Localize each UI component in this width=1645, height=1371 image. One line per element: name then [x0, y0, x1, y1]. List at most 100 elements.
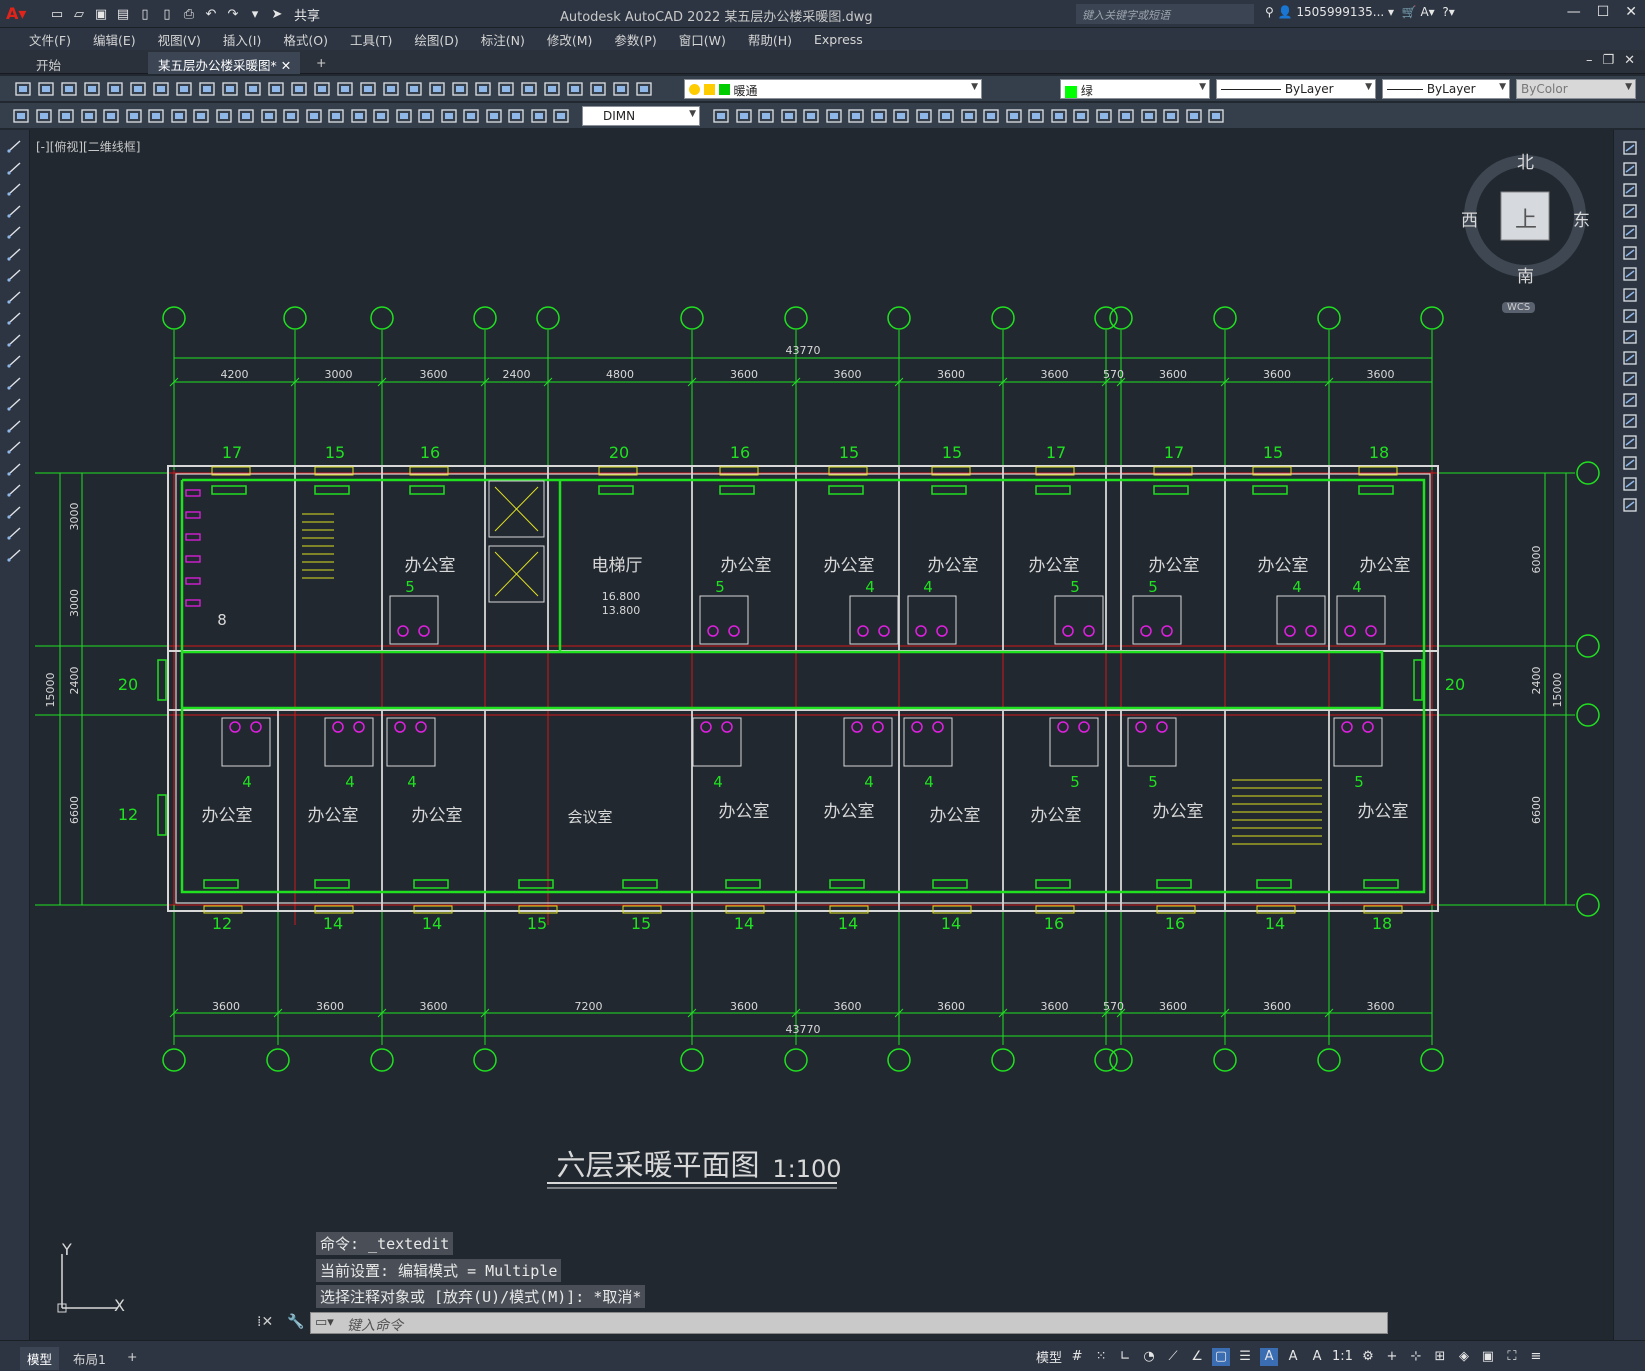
standard-tool-icon-23[interactable] [520, 80, 538, 98]
draw-tool-icon-11[interactable] [7, 353, 23, 369]
doc-restore-icon[interactable]: ❐ [1602, 53, 1614, 68]
standard-tool-icon-28[interactable] [635, 80, 653, 98]
modify-tool-icon-16[interactable] [1622, 455, 1638, 471]
ortho-icon[interactable]: ∟ [1116, 1348, 1134, 1366]
modify-tool-icon-10[interactable] [1622, 329, 1638, 345]
menu-insert[interactable]: 插入(I) [212, 30, 272, 49]
modify-tool-icon-17[interactable] [1622, 476, 1638, 492]
drawing-canvas[interactable] [30, 130, 1613, 1340]
dimension-tool-icon-37[interactable] [960, 107, 978, 125]
dimension-tool-icon-48[interactable] [1207, 107, 1225, 125]
dimension-tool-icon-46[interactable] [1162, 107, 1180, 125]
draw-tool-icon-14[interactable] [7, 418, 23, 434]
standard-tool-icon-20[interactable] [451, 80, 469, 98]
maximize-icon[interactable]: ☐ [1597, 4, 1610, 20]
modify-tool-icon-8[interactable] [1622, 287, 1638, 303]
standard-tool-icon-27[interactable] [612, 80, 630, 98]
dimension-tool-icon-45[interactable] [1140, 107, 1158, 125]
dimension-tool-icon-27[interactable] [735, 107, 753, 125]
draw-tool-icon-9[interactable] [7, 310, 23, 326]
viewcube-south[interactable]: 南 [1517, 262, 1534, 287]
layer-dropdown[interactable]: 暖通 ▼ [684, 79, 982, 99]
menu-file[interactable]: 文件(F) [18, 30, 82, 49]
osnap-icon[interactable]: ▢ [1212, 1347, 1231, 1366]
draw-tool-icon-19[interactable] [7, 525, 23, 541]
dimstyle-dropdown[interactable]: DIMN ▼ [582, 106, 700, 126]
dimension-tool-icon-26[interactable] [712, 107, 730, 125]
quick-properties-icon[interactable]: ⊞ [1431, 1348, 1449, 1366]
linetype-dropdown[interactable]: ByLayer ▼ [1216, 79, 1376, 99]
dimension-tool-icon-10[interactable] [215, 107, 233, 125]
modify-tool-icon-7[interactable] [1622, 266, 1638, 282]
hardware-accel-icon[interactable]: ▣ [1479, 1348, 1497, 1366]
help-icon[interactable]: ? [1442, 5, 1448, 19]
dimension-tool-icon-8[interactable] [170, 107, 188, 125]
save-as-icon[interactable]: ▤ [114, 5, 132, 23]
draw-tool-icon-4[interactable] [7, 203, 23, 219]
draw-tool-icon-6[interactable] [7, 246, 23, 262]
standard-tool-icon-13[interactable] [290, 80, 308, 98]
redo-icon[interactable]: ↷ [224, 5, 242, 23]
tab-start[interactable]: 开始 [26, 52, 146, 74]
dimension-tool-icon-18[interactable] [395, 107, 413, 125]
menu-help[interactable]: 帮助(H) [737, 30, 803, 49]
dimension-tool-icon-3[interactable] [57, 107, 75, 125]
draw-tool-icon-13[interactable] [7, 396, 23, 412]
units-icon[interactable]: ⊹ [1407, 1348, 1425, 1366]
workspace-gear-icon[interactable]: ⚙ [1359, 1348, 1377, 1366]
draw-tool-icon-3[interactable] [7, 181, 23, 197]
lineweight-icon[interactable]: ☰ [1236, 1348, 1254, 1366]
standard-tool-icon-6[interactable] [129, 80, 147, 98]
dimension-tool-icon-40[interactable] [1027, 107, 1045, 125]
plotstyle-dropdown[interactable]: ByColor ▼ [1516, 79, 1636, 99]
dimension-tool-icon-32[interactable] [847, 107, 865, 125]
dimension-tool-icon-33[interactable] [870, 107, 888, 125]
dimension-tool-icon-42[interactable] [1072, 107, 1090, 125]
draw-tool-icon-17[interactable] [7, 482, 23, 498]
modify-tool-icon-5[interactable] [1622, 224, 1638, 240]
menu-format[interactable]: 格式(O) [272, 30, 339, 49]
dimension-tool-icon-22[interactable] [485, 107, 503, 125]
draw-tool-icon-7[interactable] [7, 267, 23, 283]
undo-icon[interactable]: ↶ [202, 5, 220, 23]
modify-tool-icon-14[interactable] [1622, 413, 1638, 429]
dimension-tool-icon-29[interactable] [780, 107, 798, 125]
dimension-tool-icon-44[interactable] [1117, 107, 1135, 125]
dimension-tool-icon-21[interactable] [462, 107, 480, 125]
command-customize-icon[interactable]: 🔧 [287, 1314, 304, 1330]
standard-tool-icon-8[interactable] [175, 80, 193, 98]
annotation-visibility-icon[interactable]: A [1260, 1347, 1279, 1366]
menu-edit[interactable]: 编辑(E) [82, 30, 147, 49]
viewcube-west[interactable]: 西 [1461, 206, 1478, 231]
new-tab-button[interactable]: + [306, 52, 336, 74]
standard-tool-icon-24[interactable] [543, 80, 561, 98]
draw-tool-icon-20[interactable] [7, 547, 23, 563]
modify-tool-icon-13[interactable] [1622, 392, 1638, 408]
cart-icon[interactable]: 🛒 [1402, 5, 1417, 19]
dimension-tool-icon-30[interactable] [802, 107, 820, 125]
viewcube[interactable]: 北 南 东 西 上 WCS [1452, 148, 1602, 318]
clean-screen-icon[interactable]: ⛶ [1503, 1348, 1521, 1366]
menu-draw[interactable]: 绘图(D) [403, 30, 469, 49]
draw-tool-icon-8[interactable] [7, 289, 23, 305]
standard-tool-icon-25[interactable] [566, 80, 584, 98]
viewcube-east[interactable]: 东 [1573, 206, 1590, 231]
draw-tool-icon-15[interactable] [7, 439, 23, 455]
dimension-tool-icon-38[interactable] [982, 107, 1000, 125]
draw-tool-icon-16[interactable] [7, 461, 23, 477]
dimension-tool-icon-13[interactable] [282, 107, 300, 125]
menu-modify[interactable]: 修改(M) [536, 30, 604, 49]
autocad-logo-icon[interactable]: A▾ [6, 4, 26, 24]
open-web-icon[interactable]: ▯ [136, 5, 154, 23]
autodesk-icon[interactable]: A [1420, 5, 1428, 19]
standard-tool-icon-11[interactable] [244, 80, 262, 98]
standard-tool-icon-3[interactable] [60, 80, 78, 98]
dimension-tool-icon-1[interactable] [12, 107, 30, 125]
modify-tool-icon-11[interactable] [1622, 350, 1638, 366]
dimension-tool-icon-4[interactable] [80, 107, 98, 125]
standard-tool-icon-7[interactable] [152, 80, 170, 98]
close-tab-icon[interactable]: ✕ [281, 58, 291, 73]
standard-tool-icon-16[interactable] [359, 80, 377, 98]
draw-tool-icon-10[interactable] [7, 332, 23, 348]
standard-tool-icon-9[interactable] [198, 80, 216, 98]
